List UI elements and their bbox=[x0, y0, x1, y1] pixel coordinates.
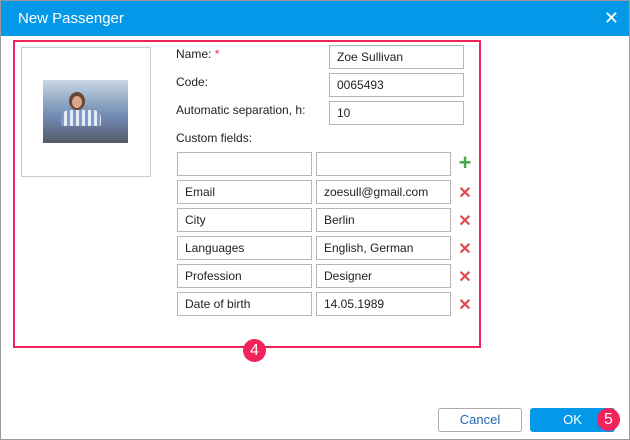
custom-field-name[interactable]: Date of birth bbox=[177, 292, 312, 316]
name-input[interactable]: Zoe Sullivan bbox=[329, 45, 464, 69]
remove-icon[interactable]: ✕ bbox=[458, 239, 472, 259]
annotation-badge-4: 4 bbox=[243, 339, 266, 362]
new-field-value-input[interactable] bbox=[316, 152, 451, 176]
custom-field-value[interactable]: 14.05.1989 bbox=[316, 292, 451, 316]
custom-field-value[interactable]: English, German bbox=[316, 236, 451, 260]
code-label: Code: bbox=[176, 75, 209, 89]
required-mark: * bbox=[214, 47, 220, 61]
cancel-button[interactable]: Cancel bbox=[438, 408, 522, 432]
dialog-title: New Passenger bbox=[18, 10, 124, 27]
add-icon[interactable]: + bbox=[458, 150, 472, 176]
passenger-photo bbox=[43, 80, 128, 143]
custom-field-value[interactable]: Berlin bbox=[316, 208, 451, 232]
custom-field-name[interactable]: Email bbox=[177, 180, 312, 204]
annotation-badge-5: 5 bbox=[597, 408, 620, 431]
close-icon[interactable]: ✕ bbox=[604, 1, 619, 36]
remove-icon[interactable]: ✕ bbox=[458, 183, 472, 203]
name-label: Name: * bbox=[176, 47, 220, 61]
new-field-name-input[interactable] bbox=[177, 152, 312, 176]
separation-input[interactable]: 10 bbox=[329, 101, 464, 125]
custom-field-value[interactable]: Designer bbox=[316, 264, 451, 288]
dialog-title-bar: New Passenger ✕ bbox=[1, 1, 629, 36]
custom-field-name[interactable]: Profession bbox=[177, 264, 312, 288]
custom-fields-label: Custom fields: bbox=[176, 131, 253, 145]
remove-icon[interactable]: ✕ bbox=[458, 211, 472, 231]
separation-label: Automatic separation, h: bbox=[176, 103, 306, 117]
custom-field-name[interactable]: Languages bbox=[177, 236, 312, 260]
code-input[interactable]: 0065493 bbox=[329, 73, 464, 97]
remove-icon[interactable]: ✕ bbox=[458, 295, 472, 315]
remove-icon[interactable]: ✕ bbox=[458, 267, 472, 287]
custom-field-value[interactable]: zoesull@gmail.com bbox=[316, 180, 451, 204]
custom-field-name[interactable]: City bbox=[177, 208, 312, 232]
